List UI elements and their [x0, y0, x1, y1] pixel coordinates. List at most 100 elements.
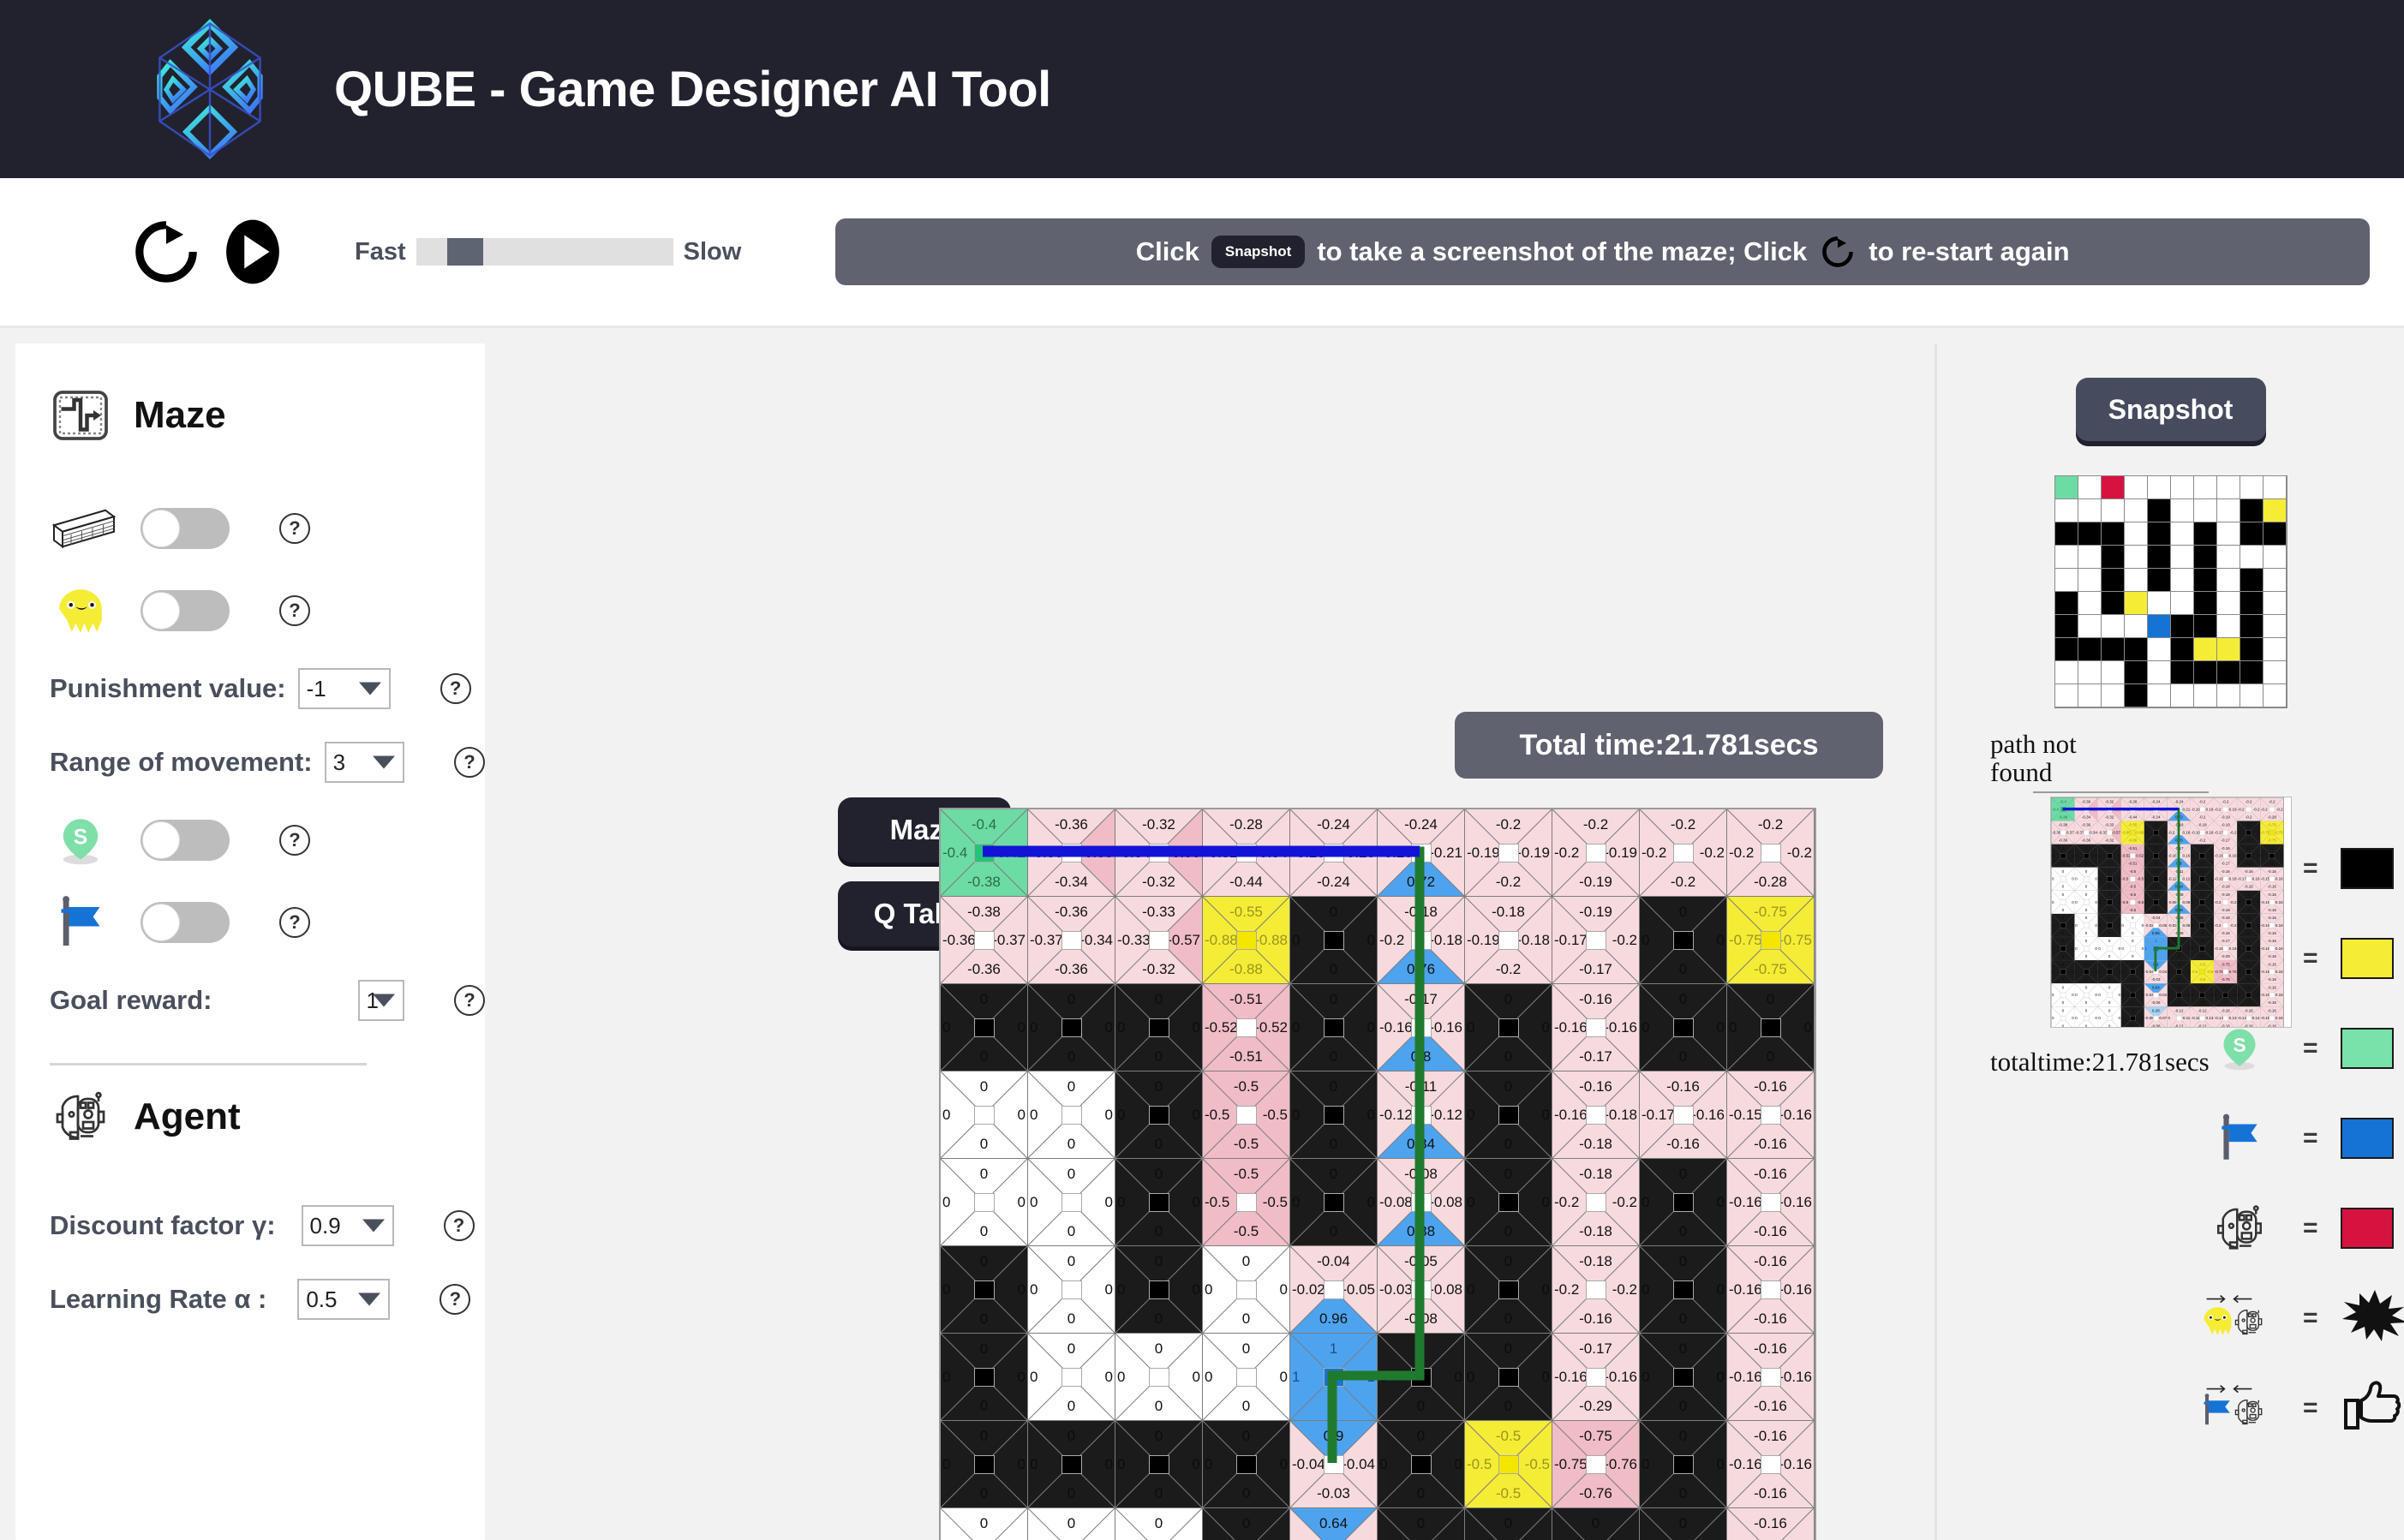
maze-cell[interactable]: 0000 — [941, 1421, 1028, 1508]
maze-cell[interactable]: -0.2 -0.2 -0.2 -0.2 — [2236, 797, 2260, 821]
maze-cell[interactable]: -0.75 -0.75 -0.76 -0.76 — [2213, 960, 2237, 984]
maze-cell[interactable]: -0.38 -0.36 -0.37 -0.36 — [2051, 821, 2075, 845]
maze-cell[interactable]: 0000 — [1203, 1334, 1290, 1421]
speed-slider[interactable]: Fast Slow — [355, 238, 741, 266]
banner-snapshot-button[interactable]: Snapshot — [1211, 236, 1306, 268]
maze-cell[interactable]: -0.51 -0.52 -0.52 -0.51 — [2120, 844, 2144, 868]
maze-cell[interactable]: 0000 — [2190, 867, 2214, 891]
maze-cell[interactable]: 0000 — [1203, 1246, 1290, 1334]
maze-cell[interactable]: 0000 — [1028, 1071, 1115, 1159]
maze-cell[interactable]: -0.36 -0.38 -0.58 -0.34 — [2074, 797, 2098, 821]
maze-cell[interactable]: 0000 — [1465, 1159, 1552, 1246]
maze-cell[interactable]: 0000 — [2236, 890, 2260, 915]
maze-cell[interactable]: 0000 — [1028, 1159, 1115, 1246]
maze-cell[interactable]: 0000 — [2097, 937, 2121, 961]
maze-cell[interactable]: -0.18 -0.2 -0.2 -0.18 — [2213, 890, 2237, 915]
maze-cell[interactable]: -0.04 -0.02 -0.05 0.96 — [1290, 1246, 1378, 1334]
maze-cell[interactable]: -0.16-0.16-0.16-0.16 — [1727, 1508, 1815, 1540]
maze-cell[interactable]: 0000 — [2074, 867, 2098, 891]
maze-cell[interactable]: -0.36 -0.37 -0.34 -0.36 — [2074, 821, 2098, 845]
maze-cell[interactable]: 0000 — [1028, 1334, 1115, 1421]
maze-cell[interactable]: 0000 — [1203, 1508, 1290, 1540]
maze-cell[interactable]: 0000 — [2144, 867, 2168, 891]
maze-cell[interactable]: -0.18 -0.2 -0.2 -0.16 — [1552, 1246, 1640, 1334]
maze-cell[interactable]: 0.9 -0.04 -0.04 -0.03 — [2144, 960, 2168, 984]
maze-cell[interactable]: -0.12 -0.11 -0.13 -0.12 — [2190, 1006, 2214, 1028]
maze-cell[interactable]: -0.51 -0.52 -0.52 -0.51 — [1203, 984, 1290, 1071]
qtable-thumbnail-content[interactable]: -0.4 -0.4 -0.42 -0.38 -0.36 -0.38 -0.58 -0.34 -0… — [2050, 797, 2284, 1028]
maze-cell[interactable]: -0.33 -0.33 -0.57 -0.32 — [2097, 821, 2121, 845]
punishment-value-select[interactable]: -1 — [297, 668, 391, 709]
maze-cell[interactable]: -0.5 -0.5 -0.5 -0.5 — [2120, 890, 2144, 915]
maze-cell[interactable]: -0.16 -0.17 -0.16 -0.16 — [1640, 1071, 1727, 1159]
maze-cell[interactable]: 0000 — [2097, 844, 2121, 868]
maze-cell[interactable]: -0.16-0.16-0.16-0.16 — [2259, 983, 2283, 1007]
maze-cell[interactable]: 0000 — [1115, 984, 1203, 1071]
maze-cell[interactable]: -0.04 -0.02 -0.05 0.96 — [2144, 914, 2168, 938]
start-help-icon[interactable]: ? — [279, 825, 310, 856]
maze-cell[interactable]: 0000 — [1465, 1246, 1552, 1334]
maze-cell[interactable]: -0.2 -0.2 -0.19 -0.19 — [1552, 809, 1640, 897]
maze-cell[interactable]: 0000 — [941, 1159, 1028, 1246]
maze-cell[interactable]: -0.18 -0.19 -0.18 -0.2 — [2190, 821, 2214, 845]
maze-cell[interactable]: 0000 — [2167, 983, 2191, 1007]
maze-cell[interactable]: 0000 — [2144, 821, 2168, 845]
maze-cell[interactable]: 0000 — [1640, 1421, 1727, 1508]
maze-cell[interactable]: 0000 — [2051, 844, 2075, 868]
maze-cell[interactable]: -0.24 -0.28 -0.21 0.72 — [1378, 809, 1465, 897]
maze-cell[interactable]: 0000 — [2259, 844, 2283, 868]
maze-cell[interactable]: -0.16-0.16-0.16-0.16 — [1727, 1334, 1815, 1421]
maze-cell[interactable]: 0000 — [2236, 821, 2260, 845]
maze-cell[interactable]: -0.36 -0.38 -0.58 -0.34 — [1028, 809, 1115, 897]
maze-cell[interactable]: 0000 — [2190, 937, 2214, 961]
maze-cell[interactable]: 0000 — [2236, 983, 2260, 1007]
monster-help-icon[interactable]: ? — [279, 595, 310, 626]
wall-help-icon[interactable]: ? — [279, 513, 310, 544]
maze-cell[interactable]: -0.16 -0.16 -0.18 -0.18 — [1552, 1071, 1640, 1159]
maze-cell[interactable]: 0000 — [2190, 983, 2214, 1007]
maze-cell[interactable]: -0.19 -0.17 -0.2 -0.17 — [2213, 821, 2237, 845]
maze-cell[interactable]: 0000 — [2167, 937, 2191, 961]
maze-cell[interactable]: 0000 — [2120, 937, 2144, 961]
maze-cell[interactable]: -0.33 -0.33 -0.57 -0.32 — [1115, 897, 1203, 984]
play-icon[interactable] — [219, 218, 286, 285]
maze-cell[interactable]: 0000 — [2074, 983, 2098, 1007]
range-help-icon[interactable]: ? — [454, 747, 485, 778]
maze-cell[interactable]: -0.16-0.16-0.16-0.16 — [1727, 1421, 1815, 1508]
maze-cell[interactable]: -0.55 -0.88 -0.88 -0.88 — [1203, 897, 1290, 984]
maze-cell[interactable]: 0000 — [2074, 914, 2098, 938]
maze-cell[interactable]: 0000 — [2190, 844, 2214, 868]
maze-cell[interactable]: -0.08 -0.08 -0.08 0.88 — [2167, 890, 2191, 915]
maze-cell[interactable]: -0.17 -0.16 -0.16 0.8 — [2167, 844, 2191, 868]
discount-help-icon[interactable]: ? — [443, 1210, 475, 1241]
maze-cell[interactable]: -0.16 -0.15 -0.16 -0.16 — [2259, 867, 2283, 891]
maze-cell[interactable]: 0000 — [1290, 1071, 1378, 1159]
maze-cell[interactable]: 0000 — [1465, 1071, 1552, 1159]
maze-cell[interactable]: -0.16 -0.17 -0.16 -0.16 — [2236, 867, 2260, 891]
maze-cell[interactable]: -0.75 -0.75 -0.75 -0.75 — [2259, 821, 2283, 845]
maze-cell[interactable]: 0000 — [2120, 1006, 2144, 1028]
maze-cell[interactable]: -0.18 -0.2 -0.2 -0.18 — [1552, 1159, 1640, 1246]
goal-reward-help-icon[interactable]: ? — [454, 985, 485, 1016]
maze-cell[interactable]: 0000 — [1640, 984, 1727, 1071]
goal-toggle[interactable] — [141, 902, 230, 943]
maze-cell[interactable]: 0000 — [2074, 1006, 2098, 1028]
maze-cell[interactable]: 0000 — [2051, 960, 2075, 984]
maze-cell[interactable]: 0000 — [2190, 890, 2214, 915]
maze-cell[interactable]: 0000 — [1378, 1421, 1465, 1508]
maze-cell[interactable]: -0.5 -0.5 -0.5 -0.5 — [2190, 960, 2214, 984]
maze-cell[interactable]: -0.05 -0.03 -0.08 -0.08 — [1378, 1246, 1465, 1334]
maze-cell[interactable]: -0.2 -0.19 -0.19 -0.2 — [2190, 797, 2214, 821]
maze-cell[interactable]: -0.4 -0.4 -0.42 -0.38 — [2051, 797, 2075, 821]
maze-cell[interactable]: 0000 — [1028, 1508, 1115, 1540]
maze-cell[interactable]: 0000 — [2097, 983, 2121, 1007]
q-table-maze[interactable]: -0.4 -0.4 -0.42 -0.38 -0.36 -0.38 -0.58 -0.34 -0… — [939, 808, 1816, 1540]
maze-cell[interactable]: 0000 — [2051, 983, 2075, 1007]
goal-help-icon[interactable]: ? — [279, 907, 310, 938]
maze-cell[interactable]: 0000 — [1115, 1421, 1203, 1508]
maze-cell[interactable]: 0.64 -0.04-0.04 -0.05 — [2144, 983, 2168, 1007]
maze-cell[interactable]: -0.75 -0.75 -0.76 -0.76 — [1552, 1421, 1640, 1508]
maze-cell[interactable]: -0.16-0.16-0.16-0.16 — [2259, 960, 2283, 984]
maze-cell[interactable]: -0.2 -0.2 -0.2 -0.28 — [2259, 797, 2283, 821]
maze-cell[interactable]: -0.11 -0.12 -0.12 0.84 — [1378, 1071, 1465, 1159]
